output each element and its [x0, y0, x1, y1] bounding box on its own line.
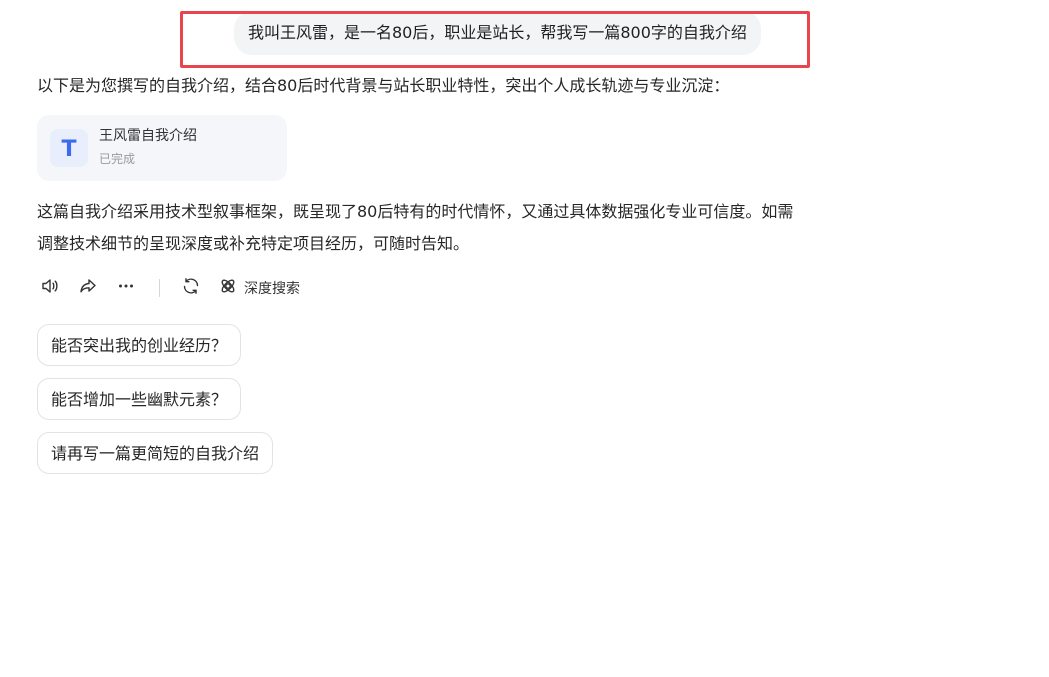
- share-icon: [78, 276, 98, 300]
- suggestion-chip[interactable]: 能否突出我的创业经历？: [37, 324, 242, 366]
- response-intro-text: 以下是为您撰写的自我介绍，结合80后时代背景与站长职业特性，突出个人成长轨迹与专…: [37, 76, 730, 95]
- highlight-frame: [180, 11, 810, 68]
- doc-icon-letter: T: [61, 137, 76, 161]
- response-summary-text: 这篇自我介绍采用技术型叙事框架，既呈现了80后特有的时代情怀，又通过具体数据强化…: [37, 202, 794, 253]
- document-title: 王风雷自我介绍: [99, 128, 197, 144]
- regenerate-button[interactable]: [178, 275, 204, 301]
- deep-search-label: 深度搜索: [244, 281, 300, 297]
- text-document-icon: T: [50, 129, 88, 167]
- more-icon: [116, 276, 136, 300]
- suggestion-chip[interactable]: 请再写一篇更简短的自我介绍: [37, 432, 274, 474]
- toolbar-divider: [159, 279, 160, 297]
- regenerate-icon: [181, 276, 201, 300]
- speaker-icon: [40, 276, 60, 300]
- share-button[interactable]: [75, 275, 101, 301]
- deep-search-icon: [218, 276, 238, 300]
- document-status: 已完成: [99, 152, 136, 166]
- suggestion-chip[interactable]: 能否增加一些幽默元素？: [37, 378, 242, 420]
- document-card[interactable]: T 王风雷自我介绍 已完成: [37, 115, 287, 181]
- more-button[interactable]: [113, 275, 139, 301]
- deep-search-button[interactable]: 深度搜索: [218, 276, 300, 300]
- response-toolbar: 深度搜索: [37, 274, 300, 302]
- read-aloud-button[interactable]: [37, 275, 63, 301]
